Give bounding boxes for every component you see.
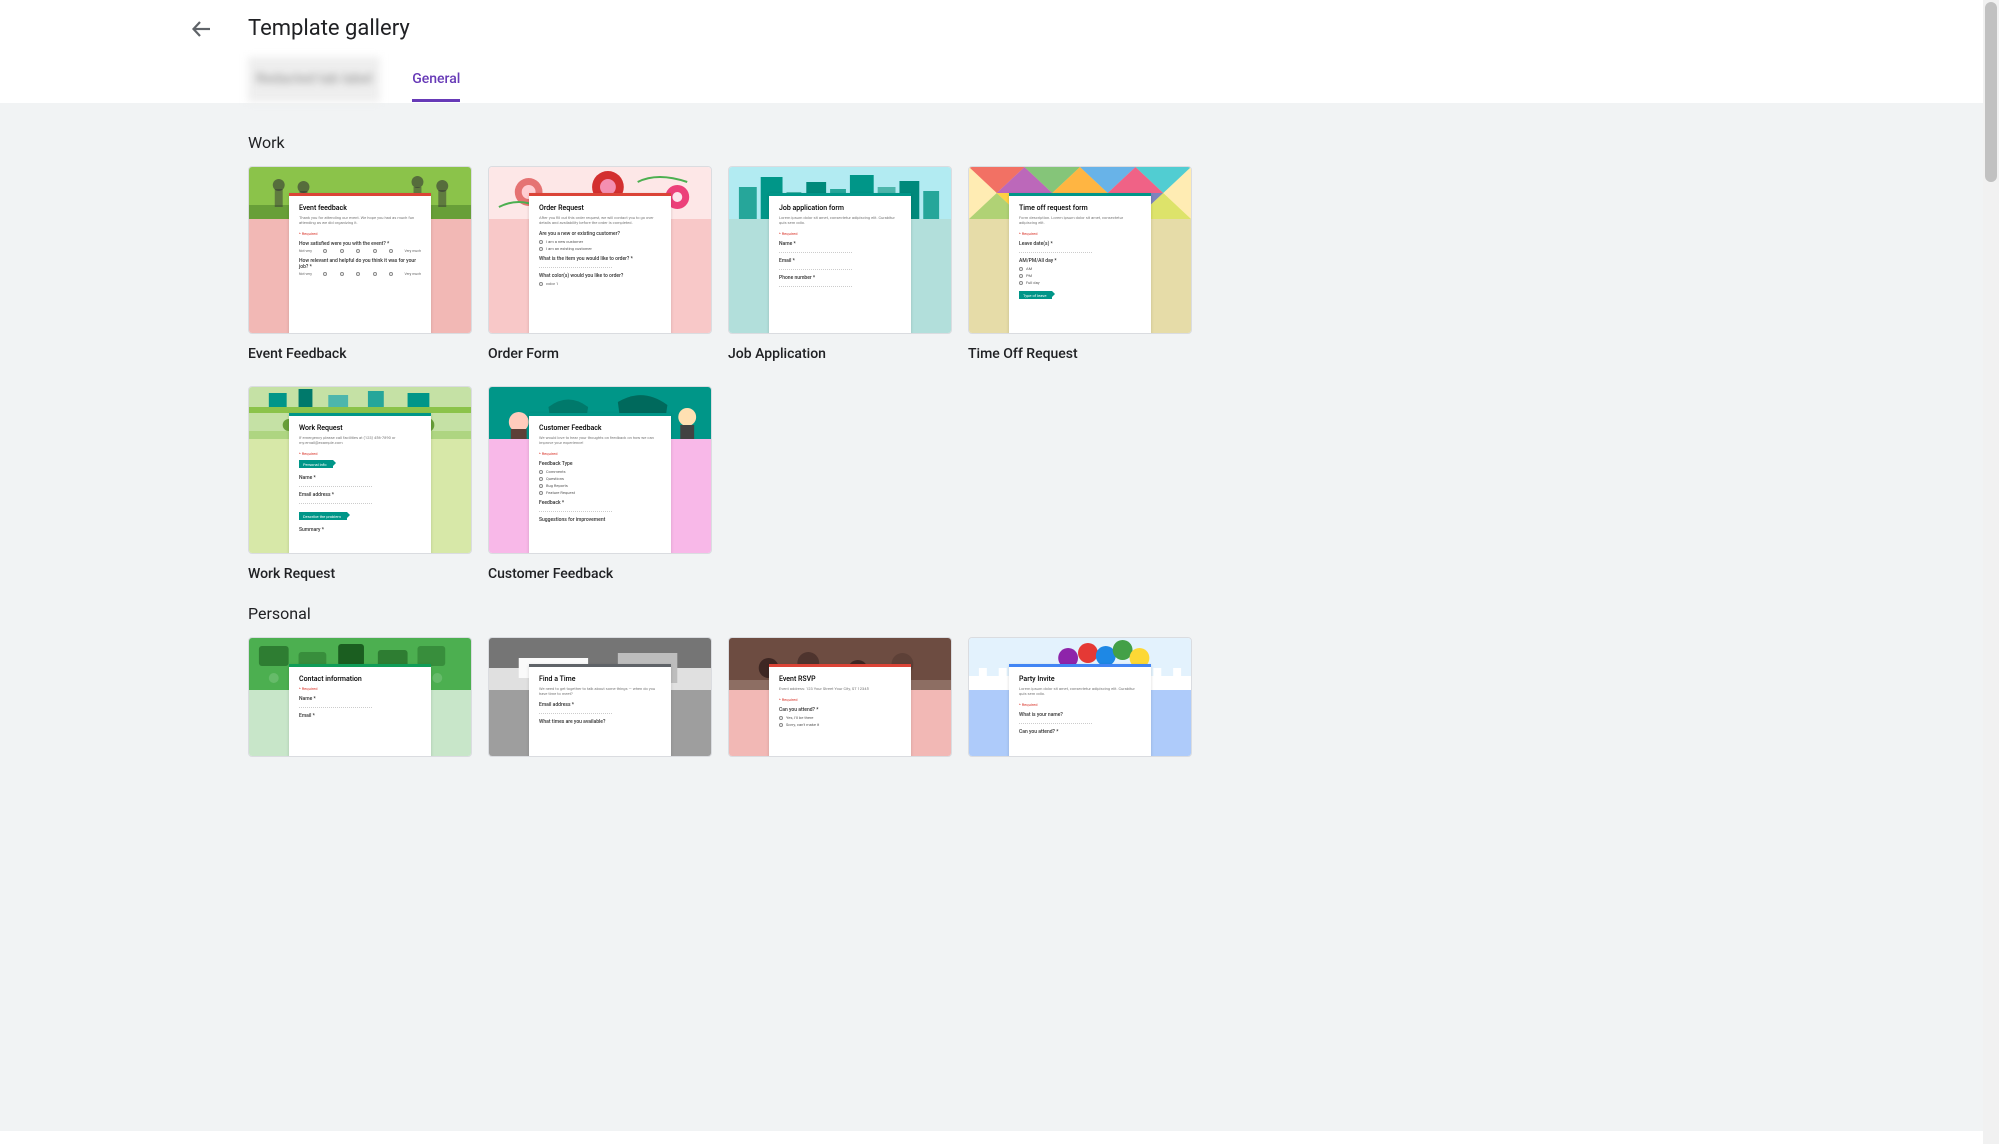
template-label: Event Feedback [248, 346, 472, 362]
form-title: Customer Feedback [539, 424, 661, 432]
template-thumb: Find a Time We need to get together to t… [488, 637, 712, 757]
form-title: Event RSVP [779, 675, 901, 683]
scrollbar[interactable] [1983, 0, 1999, 1144]
form-title: Event feedback [299, 204, 421, 212]
tab-org[interactable]: Redacted tab label [248, 57, 380, 102]
header: Template gallery [0, 0, 1999, 57]
template-thumb: Event RSVP Event address: 123 Your Stree… [728, 637, 952, 757]
tab-general[interactable]: General [412, 57, 460, 102]
template-thumb: Time off request form Form description. … [968, 166, 1192, 334]
template-label: Order Form [488, 346, 712, 362]
template-card-job-application[interactable]: Job application form Lorem ipsum dolor s… [728, 166, 952, 362]
template-card-customer-feedback[interactable]: Customer Feedback We would love to hear … [488, 386, 712, 582]
template-grid-work: Event feedback Thank you for attending o… [248, 166, 1192, 582]
template-label: Customer Feedback [488, 566, 712, 582]
form-title: Job application form [779, 204, 901, 212]
template-card-party-invite[interactable]: Party Invite Lorem ipsum dolor sit amet,… [968, 637, 1192, 757]
form-title: Find a Time [539, 675, 661, 683]
form-title: Contact information [299, 675, 421, 683]
tabs: Redacted tab label General [0, 57, 1999, 103]
template-label: Work Request [248, 566, 472, 582]
page-title: Template gallery [248, 16, 410, 41]
template-label: Job Application [728, 346, 952, 362]
template-thumb: Order Request After you fill out this or… [488, 166, 712, 334]
template-label: Time Off Request [968, 346, 1192, 362]
form-title: Party Invite [1019, 675, 1141, 683]
template-card-event-feedback[interactable]: Event feedback Thank you for attending o… [248, 166, 472, 362]
template-card-work-request[interactable]: Work Request If emergency please call fa… [248, 386, 472, 582]
template-card-contact-information[interactable]: Contact information * Required Name * Em… [248, 637, 472, 757]
form-title: Time off request form [1019, 204, 1141, 212]
section-title-personal: Personal [248, 582, 1192, 637]
template-grid-personal: Contact information * Required Name * Em… [248, 637, 1192, 757]
form-title: Order Request [539, 204, 661, 212]
template-thumb: Contact information * Required Name * Em… [248, 637, 472, 757]
template-thumb: Party Invite Lorem ipsum dolor sit amet,… [968, 637, 1192, 757]
template-card-time-off-request[interactable]: Time off request form Form description. … [968, 166, 1192, 362]
template-card-find-a-time[interactable]: Find a Time We need to get together to t… [488, 637, 712, 757]
template-card-order-form[interactable]: Order Request After you fill out this or… [488, 166, 712, 362]
form-title: Work Request [299, 424, 421, 432]
back-arrow-icon[interactable] [190, 17, 214, 41]
template-thumb: Customer Feedback We would love to hear … [488, 386, 712, 554]
template-thumb: Job application form Lorem ipsum dolor s… [728, 166, 952, 334]
scrollbar-thumb[interactable] [1985, 2, 1997, 182]
template-card-rsvp[interactable]: Event RSVP Event address: 123 Your Stree… [728, 637, 952, 757]
template-thumb: Event feedback Thank you for attending o… [248, 166, 472, 334]
content-area: Work [0, 103, 1999, 1131]
section-title-work: Work [248, 111, 1192, 166]
template-thumb: Work Request If emergency please call fa… [248, 386, 472, 554]
